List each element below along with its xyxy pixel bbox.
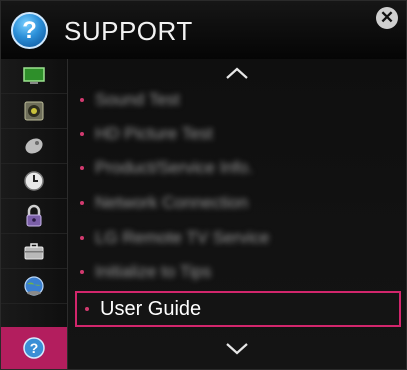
- list-item-label: LG Remote TV Service: [95, 228, 270, 247]
- bullet-icon: [80, 166, 84, 170]
- time-clock-icon: [24, 171, 44, 191]
- list-item-label: Sound Test: [95, 90, 180, 109]
- list-item-label: Initialize to Tips: [95, 262, 212, 281]
- audio-speaker-icon: [24, 101, 44, 121]
- list-item-selected[interactable]: User Guide: [75, 291, 401, 327]
- sidebar-item-support[interactable]: ?: [1, 327, 67, 369]
- sidebar-item-lock[interactable]: [1, 199, 67, 234]
- option-toolbox-icon: [24, 243, 44, 260]
- page-title: SUPPORT: [64, 16, 193, 46]
- support-menu-window: ? SUPPORT ✕ ? Sound Test HD Picture Test…: [0, 0, 407, 370]
- picture-tv-icon: [23, 67, 45, 84]
- list-item[interactable]: Network Connection: [80, 188, 400, 218]
- bullet-icon: [80, 132, 84, 136]
- sidebar-item-time[interactable]: [1, 164, 67, 199]
- bullet-icon: [85, 307, 89, 311]
- support-question-icon: ?: [23, 337, 45, 359]
- close-icon[interactable]: ✕: [376, 7, 398, 29]
- bullet-icon: [80, 270, 84, 274]
- list-item[interactable]: Sound Test: [80, 85, 400, 115]
- chevron-down-icon[interactable]: [223, 341, 251, 357]
- bullet-icon: [80, 201, 84, 205]
- sidebar-item-audio[interactable]: [1, 94, 67, 129]
- sidebar-item-network[interactable]: [1, 269, 67, 304]
- help-question-icon: ?: [11, 12, 48, 49]
- bullet-icon: [80, 98, 84, 102]
- channel-satellite-dish-icon: [25, 138, 43, 154]
- network-globe-icon: [24, 276, 44, 296]
- header: ? SUPPORT ✕: [1, 1, 406, 59]
- support-menu-list: Sound Test HD Picture Test Product/Servi…: [68, 59, 406, 369]
- sidebar-item-picture[interactable]: [1, 59, 67, 94]
- list-item-label: HD Picture Test: [95, 124, 213, 143]
- sidebar-item-option[interactable]: [1, 234, 67, 269]
- sidebar: ?: [1, 59, 68, 369]
- user-guide-label: User Guide: [100, 297, 202, 320]
- list-item[interactable]: Product/Service Info.: [80, 153, 400, 183]
- sidebar-item-channel[interactable]: [1, 129, 67, 164]
- bullet-icon: [80, 236, 84, 240]
- list-item[interactable]: HD Picture Test: [80, 119, 400, 149]
- list-item-label: Network Connection: [95, 193, 249, 212]
- svg-text:?: ?: [30, 340, 39, 356]
- list-item-label: Product/Service Info.: [95, 158, 253, 177]
- chevron-up-icon[interactable]: [223, 65, 251, 81]
- list-item[interactable]: Initialize to Tips: [80, 257, 400, 287]
- lock-icon: [26, 204, 42, 227]
- list-item[interactable]: LG Remote TV Service: [80, 223, 400, 253]
